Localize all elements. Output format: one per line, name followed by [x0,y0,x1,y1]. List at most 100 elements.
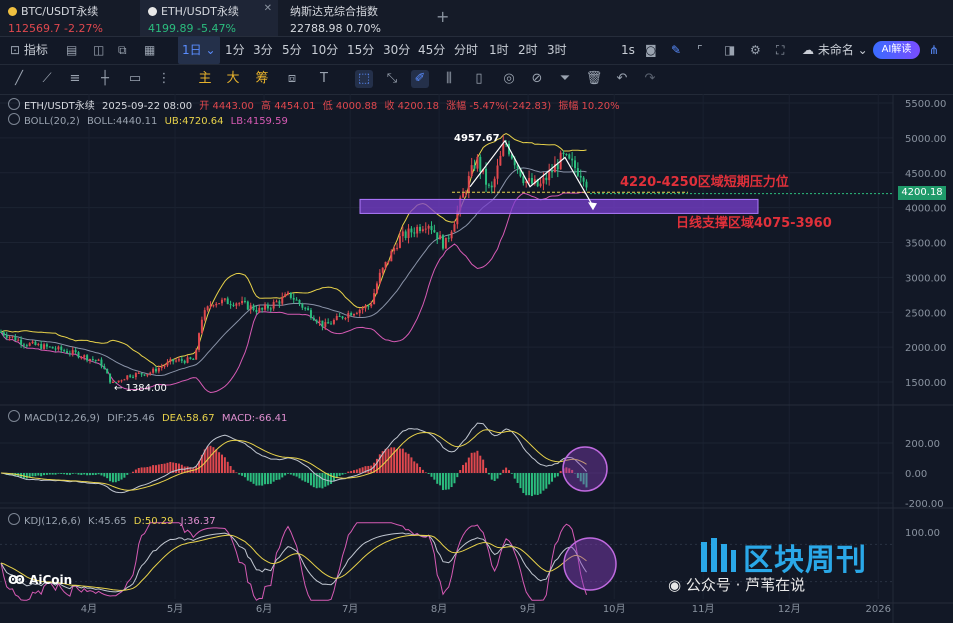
ai-analysis-button[interactable]: AI解读 [873,41,920,59]
brush-icon[interactable]: ✐ [411,70,429,88]
candle-type-icon[interactable]: ⫼ [440,70,458,88]
fullscreen-icon[interactable]: ⛶ [776,36,784,64]
candle-body [502,143,505,156]
snapshot-icon[interactable]: ⧈ [283,70,301,88]
visibility-icon[interactable] [8,410,20,422]
visibility-icon[interactable] [8,98,20,110]
timeframe-1m[interactable]: 1分 [225,36,245,64]
macd-bar [269,473,272,484]
timeframe-30m[interactable]: 30分 [383,36,410,64]
candle-body [548,170,551,181]
bracket-icon[interactable]: ⌜ [697,36,703,64]
candle-body [66,351,69,354]
magnet-icon[interactable]: ⊘ [528,70,546,88]
candle-body [436,232,439,240]
candle-body [278,301,281,304]
macd-bar [459,469,462,473]
timeframe-5m[interactable]: 5分 [282,36,302,64]
macd-dif-value: DIF:25.46 [107,413,155,424]
candle-body [180,359,183,361]
compare-icon[interactable]: ⧉ [118,36,127,64]
calendar-icon[interactable]: ▤ [66,36,77,64]
share-icon[interactable]: ⋔ [929,36,939,64]
macd-bar [63,473,66,475]
trendline-icon[interactable]: ╱ [10,70,28,88]
tab-label: ETH/USDT永续 [161,5,239,18]
visibility-icon[interactable] [8,113,20,125]
macd-bar [433,473,436,480]
indicators-button[interactable]: ⊡ 指标 [10,36,48,64]
measure-icon[interactable]: ⤡ [383,70,401,88]
macd-bar [132,471,135,473]
undo-icon[interactable]: ↶ [613,70,631,88]
candle-body [157,367,160,372]
macd-bar [490,473,493,480]
draw-pen-icon[interactable]: ✎ [671,36,681,64]
timeframe-3h[interactable]: 3时 [547,36,567,64]
horizontal-line-icon[interactable]: ┼ [96,70,114,88]
timeframe-1d[interactable]: 1日 ⌄ [178,36,220,64]
layout-icon[interactable]: ◫ [93,36,104,64]
timeframe-3m[interactable]: 3分 [253,36,273,64]
symbol-tab-bar: BTC/USDT永续 112569.7 -2.27% ETH/USDT永续 41… [0,0,953,37]
more-tools-icon[interactable]: ⋮ [155,70,173,88]
y-tick-label: 2500.00 [905,308,946,319]
candle-body [37,344,40,346]
macd-bar [281,473,284,478]
camera-icon[interactable]: ◙ [645,36,657,64]
timeframe-tick[interactable]: 分时 [454,36,478,64]
ray-icon[interactable]: ⟋ [38,70,56,88]
macd-title: MACD(12,26,9) [24,413,100,424]
timeframe-10m[interactable]: 10分 [311,36,338,64]
macd-bar [542,473,545,491]
trash-icon[interactable]: 🗑 [585,70,603,88]
timeframe-1h[interactable]: 1时 [489,36,509,64]
realtime-1s-button[interactable]: 1s [621,36,635,64]
tab-nasdaq[interactable]: 纳斯达克综合指数 22788.98 0.70% [282,0,422,36]
rectangle-icon[interactable]: ▭ [126,70,144,88]
macd-bar [45,473,48,475]
ohlc-info: ETH/USDT永续 2025-09-22 08:00 开 4443.00 高 … [8,97,624,112]
tab-btc[interactable]: BTC/USDT永续 112569.7 -2.27% [0,0,140,36]
macd-bar [103,473,106,477]
macd-bar [246,473,249,481]
macd-bar [407,453,410,473]
macd-bar [556,473,559,477]
candle-body [249,305,252,310]
chip-tool[interactable]: 筹 [253,70,271,88]
close-value: 收 4200.18 [384,101,439,112]
save-layout-button[interactable]: ☁ 未命名 ⌄ [802,36,868,64]
eye-icon[interactable]: ◎ [500,70,518,88]
timeframe-15m[interactable]: 15分 [347,36,374,64]
lock-icon[interactable]: ▯ [470,70,488,88]
candle-body [97,359,100,361]
text-icon[interactable]: T [315,70,333,88]
macd-bar [427,473,430,474]
settings-icon[interactable]: ⚙ [750,36,761,64]
candle-body [123,379,126,381]
main-force-tool[interactable]: 主 [196,70,214,88]
grid-icon[interactable]: ▦ [144,36,155,64]
timeframe-45m[interactable]: 45分 [418,36,445,64]
y-tick-label: 4500.00 [905,169,946,180]
redo-icon[interactable]: ↷ [641,70,659,88]
candle-body [252,305,255,310]
cursor-icon[interactable]: ⬚ [355,70,373,88]
layers-icon[interactable]: ◨ [724,36,735,64]
candle-body [129,375,132,377]
big-order-tool[interactable]: 大 [224,70,242,88]
candle-body [189,357,192,359]
layout-name: 未命名 [817,43,854,57]
candle-body [223,298,226,300]
parallel-lines-icon[interactable]: ≡ [66,70,84,88]
candle-body [421,229,424,231]
kdj-panel [0,522,617,601]
filter-icon[interactable]: ⏷ [556,70,574,88]
add-tab-icon[interactable]: + [436,7,449,26]
timeframe-2h[interactable]: 2时 [518,36,538,64]
macd-bar [146,466,149,473]
macd-bar [430,473,433,477]
visibility-icon[interactable] [8,513,20,525]
tab-eth[interactable]: ETH/USDT永续 4199.89 -5.47% ✕ [140,0,278,36]
close-icon[interactable]: ✕ [264,3,272,14]
